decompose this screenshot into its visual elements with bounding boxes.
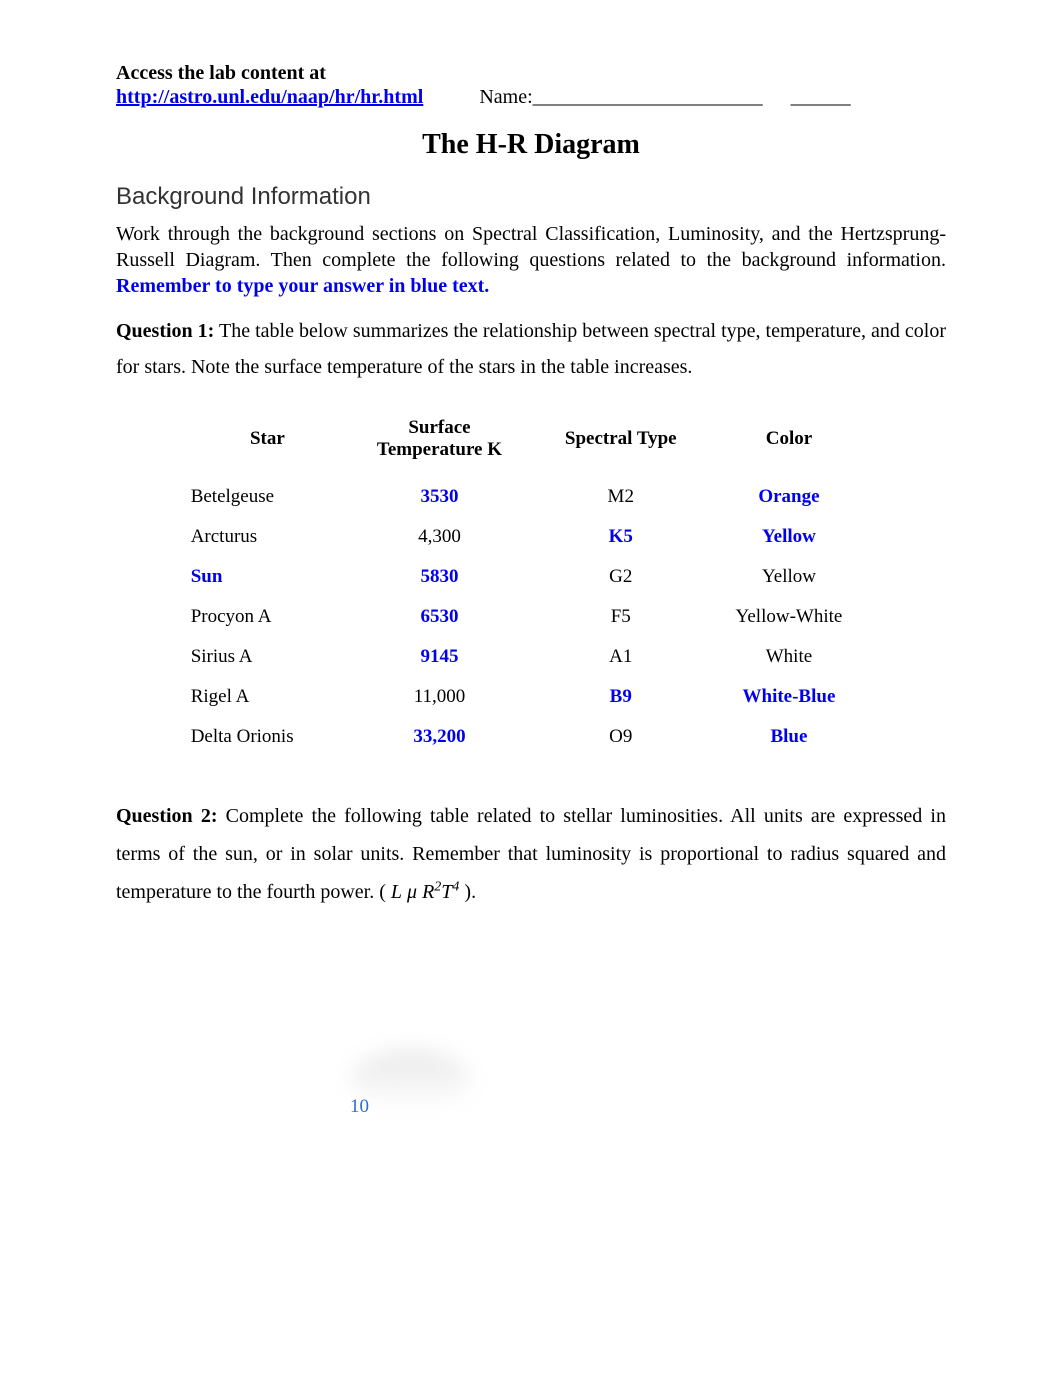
table-header-row: Star Surface Temperature K Spectral Type…	[191, 409, 872, 477]
lab-url-link[interactable]: http://astro.unl.edu/naap/hr/hr.html	[116, 86, 423, 109]
table-cell: 33,200	[344, 717, 535, 757]
name-label: Name:	[479, 86, 532, 109]
th-star: Star	[191, 409, 344, 477]
document-header: Access the lab content at http://astro.u…	[116, 60, 946, 109]
intro-paragraph: Work through the background sections on …	[116, 221, 946, 299]
question-2-label: Question 2:	[116, 805, 217, 827]
table-row: Procyon A6530F5Yellow-White	[191, 597, 872, 637]
intro-text: Work through the background sections on …	[116, 223, 946, 271]
table-cell: 11,000	[344, 677, 535, 717]
table-cell: K5	[535, 517, 707, 557]
table-cell: O9	[535, 717, 707, 757]
name-blank-line-2[interactable]: ______	[791, 86, 851, 109]
table-cell: Betelgeuse	[191, 477, 344, 517]
table-cell: Rigel A	[191, 677, 344, 717]
table-row: Arcturus4,300K5Yellow	[191, 517, 872, 557]
table-row: Sirius A9145A1White	[191, 637, 872, 677]
table-cell: White	[707, 637, 872, 677]
name-blank-line[interactable]: _______________________	[533, 86, 763, 109]
table-cell: Procyon A	[191, 597, 344, 637]
table-cell: Sun	[191, 557, 344, 597]
table-cell: Yellow-White	[707, 597, 872, 637]
table-cell: M2	[535, 477, 707, 517]
document-title: The H-R Diagram	[116, 129, 946, 161]
table-cell: 3530	[344, 477, 535, 517]
table-cell: A1	[535, 637, 707, 677]
table-cell: G2	[535, 557, 707, 597]
spectral-table: Star Surface Temperature K Spectral Type…	[191, 409, 872, 757]
table-row: Sun5830G2Yellow	[191, 557, 872, 597]
luminosity-formula: L μ R2T4	[386, 881, 465, 903]
question-1: Question 1: The table below summarizes t…	[116, 313, 946, 385]
question-1-text: The table below summarizes the relations…	[116, 320, 946, 378]
question-1-label: Question 1:	[116, 320, 214, 342]
table-cell: Yellow	[707, 557, 872, 597]
table-cell: White-Blue	[707, 677, 872, 717]
table-cell: 4,300	[344, 517, 535, 557]
table-row: Rigel A11,000B9White-Blue	[191, 677, 872, 717]
table-cell: 6530	[344, 597, 535, 637]
page-number: 10	[350, 1096, 369, 1118]
section-heading-background: Background Information	[116, 183, 946, 211]
table-cell: Sirius A	[191, 637, 344, 677]
table-cell: Delta Orionis	[191, 717, 344, 757]
table-cell: 9145	[344, 637, 535, 677]
access-label: Access the lab content at	[116, 60, 946, 86]
question-2-text: Complete the following table related to …	[116, 805, 946, 903]
table-cell: 5830	[344, 557, 535, 597]
table-cell: B9	[535, 677, 707, 717]
question-2: Question 2: Complete the following table…	[116, 797, 946, 911]
table-cell: Arcturus	[191, 517, 344, 557]
table-cell: Blue	[707, 717, 872, 757]
table-cell: F5	[535, 597, 707, 637]
blue-reminder: Remember to type your answer in blue tex…	[116, 275, 489, 297]
th-temperature: Surface Temperature K	[344, 409, 535, 477]
table-cell: Yellow	[707, 517, 872, 557]
table-row: Betelgeuse3530M2Orange	[191, 477, 872, 517]
table-row: Delta Orionis33,200O9Blue	[191, 717, 872, 757]
table-cell: Orange	[707, 477, 872, 517]
th-spectral-type: Spectral Type	[535, 409, 707, 477]
th-color: Color	[707, 409, 872, 477]
